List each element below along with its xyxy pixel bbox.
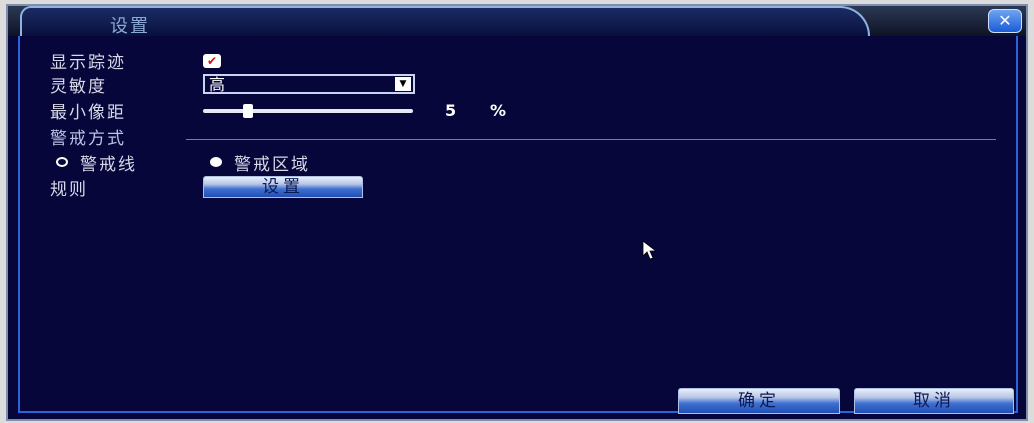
rule-label: 规则 xyxy=(50,180,88,200)
min-distance-unit: % xyxy=(490,101,507,120)
min-distance-value: 5 xyxy=(445,101,457,120)
slider-handle[interactable] xyxy=(243,104,253,118)
sensitivity-select[interactable]: 高 ▼ xyxy=(203,74,415,94)
radio-alert-area[interactable] xyxy=(210,157,222,167)
alert-line-label: 警戒线 xyxy=(80,155,137,175)
close-icon: ✕ xyxy=(998,11,1012,30)
dialog-content: 显示踪迹 ✔ 灵敏度 高 ▼ 最小像距 5 % 警戒方式 警戒线 警戒区域 规则… xyxy=(18,36,1018,414)
ok-button[interactable]: 确定 xyxy=(678,388,840,414)
dialog-title: 设置 xyxy=(110,16,150,37)
sensitivity-value: 高 xyxy=(209,75,226,94)
alert-mode-heading: 警戒方式 xyxy=(50,129,126,149)
min-distance-slider[interactable] xyxy=(203,104,413,118)
section-divider xyxy=(186,139,996,140)
dropdown-arrow-icon[interactable]: ▼ xyxy=(395,77,411,91)
title-tab: 设置 xyxy=(20,6,870,37)
rule-settings-button[interactable]: 设置 xyxy=(203,176,363,198)
mouse-cursor-icon xyxy=(642,240,658,260)
radio-alert-line[interactable] xyxy=(56,157,68,167)
show-trace-label: 显示踪迹 xyxy=(50,53,126,73)
checkmark-icon: ✔ xyxy=(206,54,218,68)
title-bar: 设置 ✕ xyxy=(8,6,1026,37)
close-button[interactable]: ✕ xyxy=(988,9,1022,33)
alert-area-label: 警戒区域 xyxy=(234,155,310,175)
settings-dialog: 设置 ✕ 显示踪迹 ✔ 灵敏度 高 ▼ 最小像距 5 % 警戒方式 警戒线 警戒… xyxy=(6,4,1028,421)
show-trace-checkbox[interactable]: ✔ xyxy=(203,54,221,68)
sensitivity-label: 灵敏度 xyxy=(50,77,107,97)
cancel-button[interactable]: 取消 xyxy=(854,388,1014,414)
min-distance-label: 最小像距 xyxy=(50,103,126,123)
